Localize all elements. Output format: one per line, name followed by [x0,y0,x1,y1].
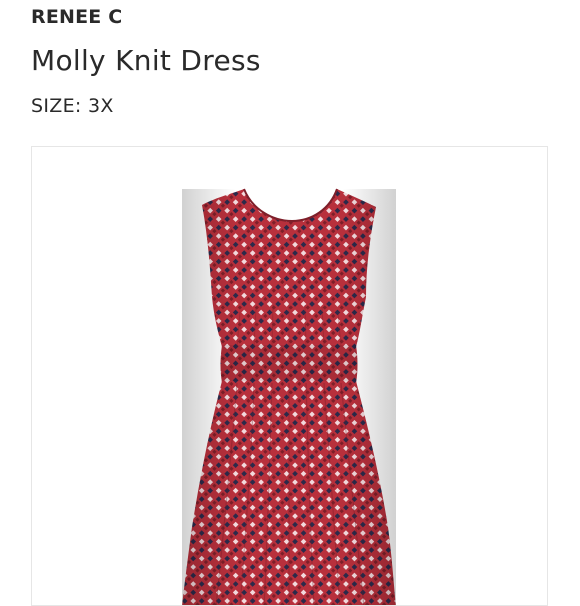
size-value: 3X [87,95,114,117]
size-info: SIZE: 3X [31,93,114,119]
dress-image [182,188,396,605]
product-image-card[interactable] [31,146,548,606]
product-title: Molly Knit Dress [31,44,261,77]
size-label: SIZE: [31,95,82,117]
brand-name: RENEE C [31,6,123,28]
